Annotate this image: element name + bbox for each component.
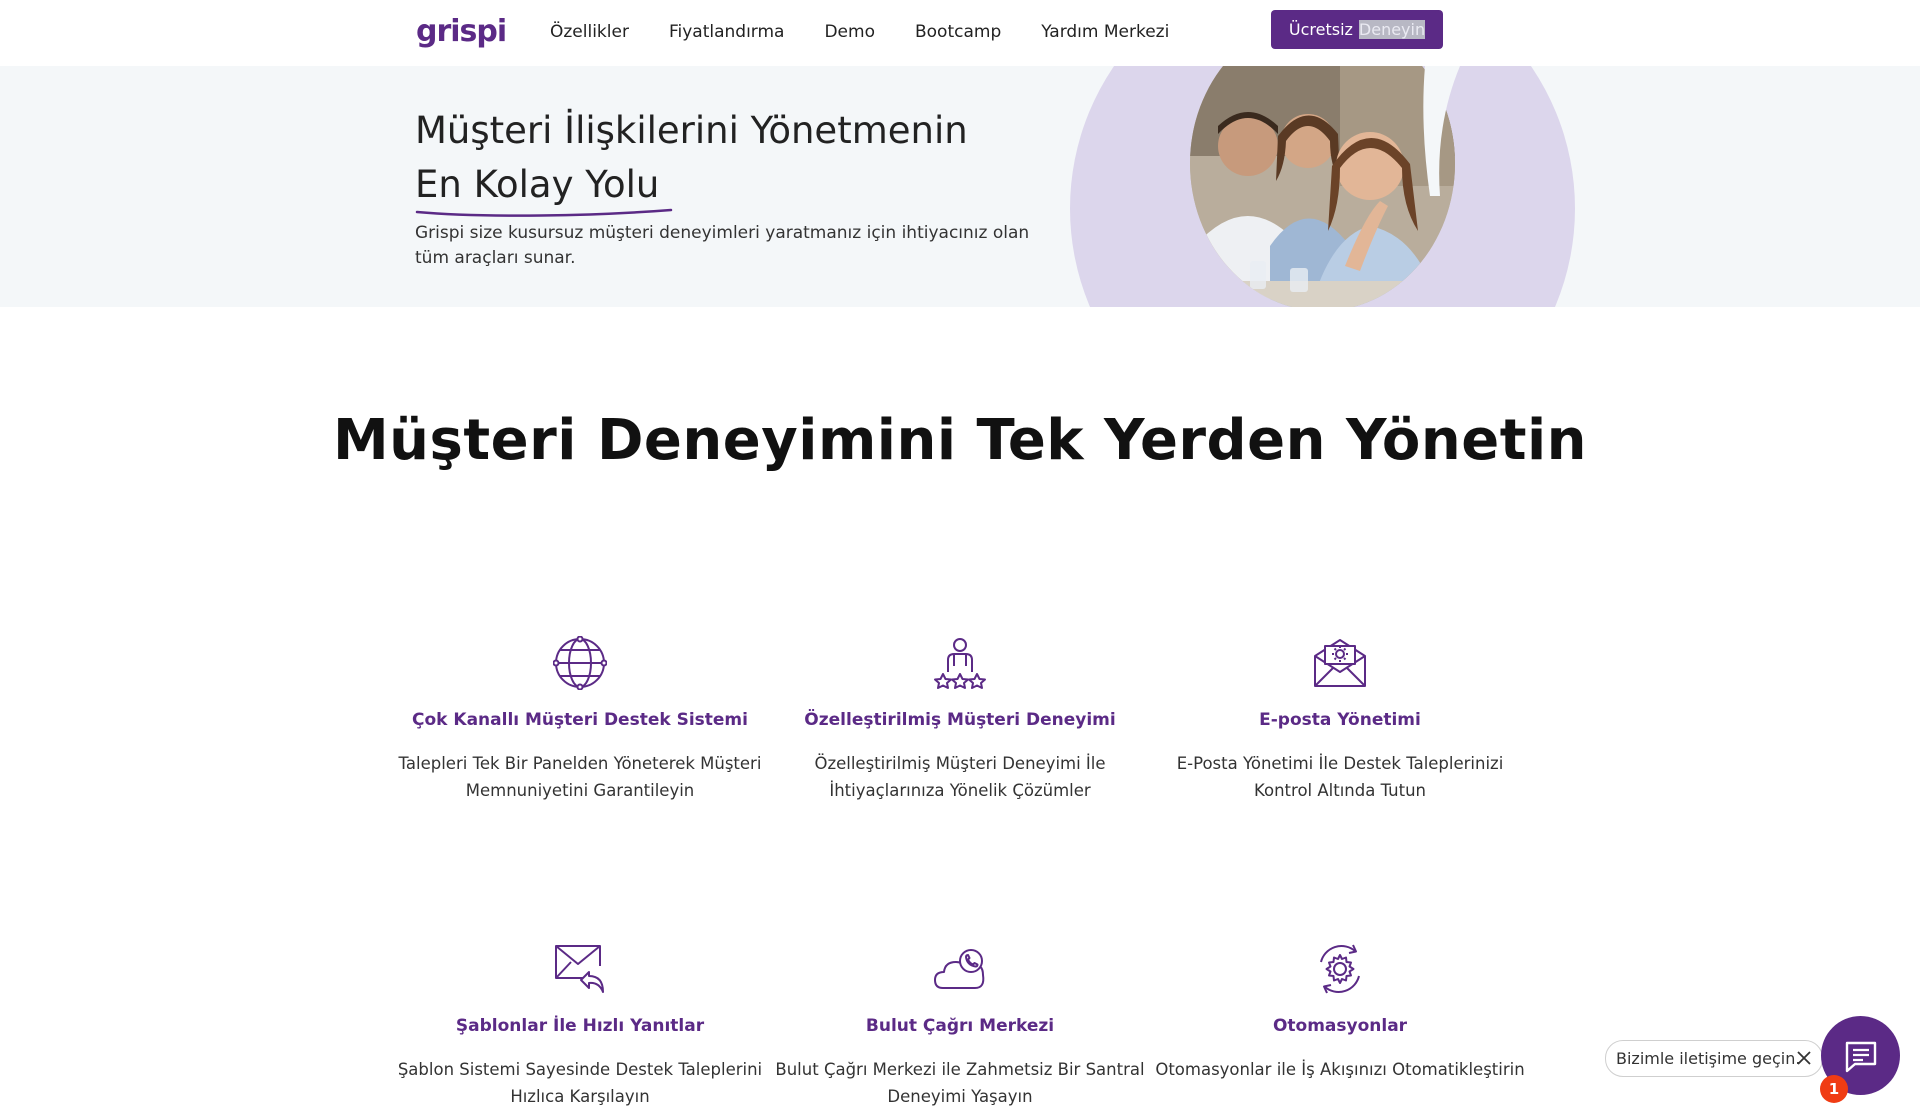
hero-decor-stroke [1423, 66, 1460, 196]
hero-subtitle: Grispi size kusursuz müşteri deneyimleri… [415, 223, 1030, 268]
feature-title: Şablonlar İle Hızlı Yanıtlar [455, 1016, 705, 1036]
person-stars-icon [934, 638, 986, 689]
feature-card: E-posta Yönetimi E-Posta Yönetimi İle De… [1150, 636, 1530, 804]
top-nav: grispi Özellikler Fiyatlandırma Demo Boo… [0, 0, 1920, 66]
cta-label-first: Ücretsiz [1288, 20, 1353, 39]
chat-prompt-bubble[interactable]: Bizimle iletişime geçin. [1605, 1040, 1823, 1077]
nav-link-demo[interactable]: Demo [824, 22, 875, 42]
feature-description: E-Posta Yönetimi İle Destek Talepleriniz… [1176, 754, 1504, 800]
hero-section: Müşteri İlişkilerini Yönetmenin En Kolay… [0, 66, 1920, 307]
hero-title-line1: Müşteri İlişkilerini Yönetmenin [415, 109, 968, 152]
cloud-phone-icon [934, 949, 985, 989]
feature-card: Çok Kanallı Müşteri Destek Sistemi Talep… [390, 636, 770, 804]
feature-description: Özelleştirilmiş Müşteri Deneyimi İle İht… [814, 754, 1106, 800]
cta-label-selected: Deneyin [1358, 20, 1426, 39]
feature-card: Bulut Çağrı Merkezi Bulut Çağrı Merkezi … [770, 942, 1150, 1110]
feature-description: Bulut Çağrı Merkezi ile Zahmetsiz Bir Sa… [775, 1060, 1145, 1106]
nav-link-bootcamp[interactable]: Bootcamp [915, 22, 1001, 42]
section-heading: Müşteri Deneyimini Tek Yerden Yönetin [332, 408, 1588, 473]
hero-title-line2-wrap: En Kolay Yolu [415, 158, 968, 217]
notification-badge: 1 [1820, 1075, 1848, 1103]
title-underline-icon [415, 208, 673, 217]
chat-prompt-text: Bizimle iletişime geçin. [1616, 1049, 1801, 1068]
feature-card: Otomasyonlar Otomasyonlar ile İş Akışını… [1150, 942, 1530, 1083]
feature-description: Otomasyonlar ile İş Akışınızı Otomatikle… [1155, 1060, 1525, 1079]
free-trial-button[interactable]: Ücretsiz Deneyin [1271, 10, 1443, 49]
feature-description: Şablon Sistemi Sayesinde Destek Talepler… [397, 1060, 763, 1106]
feature-title: Özelleştirilmiş Müşteri Deneyimi [804, 710, 1116, 730]
envelope-reply-icon [555, 945, 604, 993]
grispi-logo[interactable]: grispi [416, 14, 507, 49]
feature-card: Özelleştirilmiş Müşteri Deneyimi Özelleş… [770, 636, 1150, 804]
feature-description: Talepleri Tek Bir Panelden Yöneterek Müş… [398, 754, 762, 800]
feature-title: Çok Kanallı Müşteri Destek Sistemi [412, 710, 748, 730]
envelope-gear-icon [1314, 639, 1366, 687]
gear-cycle-icon [1320, 944, 1360, 994]
globe-icon [553, 636, 607, 690]
nav-link-ozellikler[interactable]: Özellikler [550, 22, 629, 42]
feature-card: Şablonlar İle Hızlı Yanıtlar Şablon Sist… [390, 942, 770, 1110]
hero-title-line2: En Kolay Yolu [415, 163, 660, 206]
hero-title: Müşteri İlişkilerini Yönetmenin En Kolay… [415, 104, 968, 217]
feature-title: Otomasyonlar [1272, 1016, 1408, 1036]
feature-title: E-posta Yönetimi [1259, 710, 1421, 730]
nav-links: Özellikler Fiyatlandırma Demo Bootcamp Y… [550, 22, 1209, 42]
close-icon[interactable] [1794, 1048, 1814, 1068]
nav-link-fiyatlandirma[interactable]: Fiyatlandırma [669, 22, 785, 42]
nav-link-yardim-merkezi[interactable]: Yardım Merkezi [1041, 22, 1169, 42]
feature-title: Bulut Çağrı Merkezi [865, 1016, 1055, 1036]
chat-icon [1845, 1041, 1876, 1072]
